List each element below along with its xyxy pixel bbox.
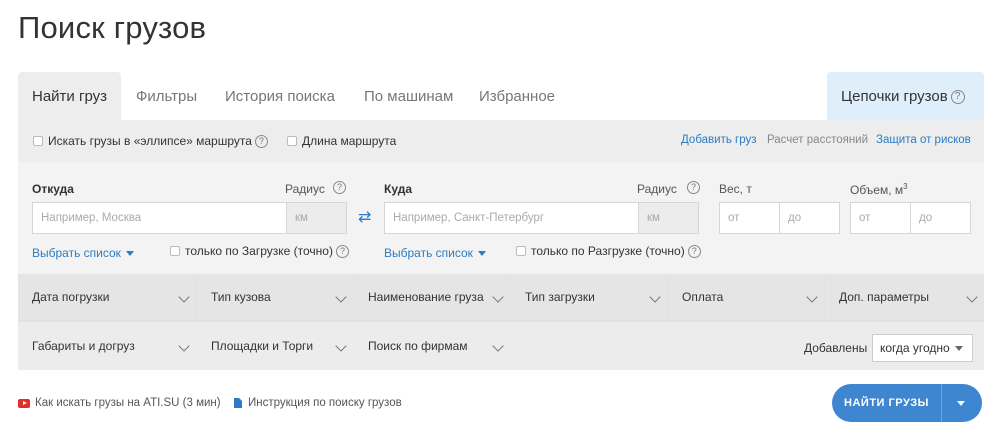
add-cargo-link[interactable]: Добавить груз: [681, 134, 757, 146]
to-choose-list-label: Выбрать список: [384, 246, 473, 260]
checkbox-box[interactable]: [33, 136, 43, 146]
to-radius-input[interactable]: км: [638, 202, 699, 234]
filter-firms-label: Поиск по фирмам: [368, 339, 468, 353]
filter-payment[interactable]: Оплата: [668, 274, 824, 320]
checkbox-box[interactable]: [170, 246, 180, 256]
instruction-label: Инструкция по поиску грузов: [248, 397, 402, 409]
volume-label: Объем, м3: [850, 182, 908, 197]
checkbox-box[interactable]: [516, 246, 526, 256]
tab-search-history[interactable]: История поиска: [225, 72, 335, 120]
filter-loading-type-label: Тип загрузки: [525, 290, 595, 304]
options-row: Искать грузы в «эллипсе» маршрута ? Длин…: [18, 120, 984, 162]
route-length-checkbox[interactable]: Длина маршрута: [287, 134, 396, 148]
chevron-down-icon: [492, 291, 504, 303]
route-length-label: Длина маршрута: [302, 134, 397, 148]
filters-grid: Дата погрузки Тип кузова Наименование гр…: [18, 274, 984, 370]
filter-dimensions[interactable]: Габариты и догруз: [18, 323, 196, 369]
chevron-down-icon: [806, 291, 818, 303]
filter-platforms[interactable]: Площадки и Торги: [197, 323, 353, 369]
chevron-down-icon: [966, 291, 978, 303]
to-exact-checkbox[interactable]: только по Разгрузке (точно) ?: [516, 244, 701, 258]
checkbox-box[interactable]: [287, 136, 297, 146]
filter-loading-type[interactable]: Тип загрузки: [511, 274, 667, 320]
video-guide-link[interactable]: Как искать грузы на ATI.SU (3 мин): [18, 397, 221, 409]
weight-label: Вес, т: [719, 182, 752, 196]
caret-down-icon: [125, 251, 134, 257]
filter-loading-date-label: Дата погрузки: [32, 290, 110, 304]
tab-find-cargo[interactable]: Найти груз: [18, 72, 121, 120]
find-cargo-button-group: НАЙТИ ГРУЗЫ: [832, 384, 982, 422]
caret-down-icon: [955, 346, 963, 351]
to-label: Куда: [384, 182, 412, 196]
tab-bar: Найти груз Фильтры История поиска По маш…: [18, 72, 984, 120]
question-circle-icon[interactable]: ?: [950, 90, 965, 105]
chevron-down-icon: [492, 340, 504, 352]
question-circle-icon[interactable]: ?: [333, 181, 346, 194]
from-choose-list[interactable]: Выбрать список: [32, 246, 134, 260]
chevron-down-icon: [335, 340, 347, 352]
volume-label-text: Объем, м: [850, 183, 904, 197]
page-title: Поиск грузов: [18, 10, 207, 45]
find-options-dropdown[interactable]: [942, 384, 982, 422]
from-exact-label: только по Загрузке (точно): [185, 244, 333, 258]
from-label: Откуда: [32, 182, 74, 196]
filter-dimensions-label: Габариты и догруз: [32, 339, 135, 353]
filter-extra-params-label: Доп. параметры: [839, 290, 929, 304]
swap-arrows-icon[interactable]: ⇄: [358, 207, 371, 227]
question-circle-icon[interactable]: ?: [254, 134, 268, 148]
filter-cargo-name-label: Наименование груза: [368, 290, 484, 304]
to-choose-list[interactable]: Выбрать список: [384, 246, 486, 260]
risk-protection-link[interactable]: Защита от рисков: [876, 134, 971, 146]
youtube-icon: [18, 398, 30, 408]
instruction-link[interactable]: Инструкция по поиску грузов: [234, 397, 402, 409]
find-cargo-button[interactable]: НАЙТИ ГРУЗЫ: [832, 384, 941, 422]
caret-down-icon: [477, 251, 486, 257]
caret-down-icon: [957, 401, 965, 406]
from-choose-list-label: Выбрать список: [32, 246, 121, 260]
chevron-down-icon: [178, 291, 190, 303]
search-panel: Найти груз Фильтры История поиска По маш…: [18, 72, 984, 370]
ellipse-checkbox[interactable]: Искать грузы в «эллипсе» маршрута ?: [33, 134, 268, 148]
route-form: Откуда Радиус ? Например, Москва км ⇄ Ку…: [18, 162, 984, 274]
tab-cargo-chains[interactable]: Цепочки грузов?: [827, 72, 984, 120]
weight-to-input[interactable]: до: [779, 202, 840, 234]
tab-by-trucks[interactable]: По машинам: [364, 72, 453, 120]
filter-loading-date[interactable]: Дата погрузки: [18, 274, 196, 320]
to-input[interactable]: Например, Санкт-Петербург: [384, 202, 639, 234]
to-radius-label: Радиус: [637, 182, 677, 196]
chevron-down-icon: [178, 340, 190, 352]
filter-cargo-name[interactable]: Наименование груза: [354, 274, 510, 320]
from-input[interactable]: Например, Москва: [32, 202, 287, 234]
from-radius-input[interactable]: км: [286, 202, 347, 234]
video-guide-label: Как искать грузы на ATI.SU (3 мин): [35, 397, 221, 409]
added-select-value: когда угодно: [880, 341, 950, 355]
distance-calc-link[interactable]: Расчет расстояний: [767, 134, 868, 146]
question-circle-icon[interactable]: ?: [687, 181, 700, 194]
filter-firms[interactable]: Поиск по фирмам: [354, 323, 510, 369]
tab-cargo-chains-label: Цепочки грузов: [841, 88, 948, 105]
added-select[interactable]: когда угодно: [872, 334, 973, 362]
ellipse-checkbox-label: Искать грузы в «эллипсе» маршрута: [48, 134, 252, 148]
added-label: Добавлены: [804, 341, 868, 355]
filter-extra-params[interactable]: Доп. параметры: [825, 274, 984, 320]
chevron-down-icon: [335, 291, 347, 303]
volume-from-input[interactable]: от: [850, 202, 911, 234]
chevron-down-icon: [649, 291, 661, 303]
volume-to-input[interactable]: до: [910, 202, 971, 234]
weight-from-input[interactable]: от: [719, 202, 780, 234]
filter-body-type-label: Тип кузова: [211, 290, 271, 304]
tab-filters[interactable]: Фильтры: [136, 72, 197, 120]
volume-label-sup: 3: [903, 182, 908, 191]
filter-body-type[interactable]: Тип кузова: [197, 274, 353, 320]
to-exact-label: только по Разгрузке (точно): [531, 244, 685, 258]
from-radius-label: Радиус: [285, 182, 325, 196]
filter-platforms-label: Площадки и Торги: [211, 339, 314, 353]
from-exact-checkbox[interactable]: только по Загрузке (точно) ?: [170, 244, 349, 258]
tab-favorites[interactable]: Избранное: [479, 72, 555, 120]
question-circle-icon[interactable]: ?: [335, 244, 349, 258]
question-circle-icon[interactable]: ?: [687, 244, 701, 258]
filter-payment-label: Оплата: [682, 290, 724, 304]
document-icon: [234, 398, 242, 408]
